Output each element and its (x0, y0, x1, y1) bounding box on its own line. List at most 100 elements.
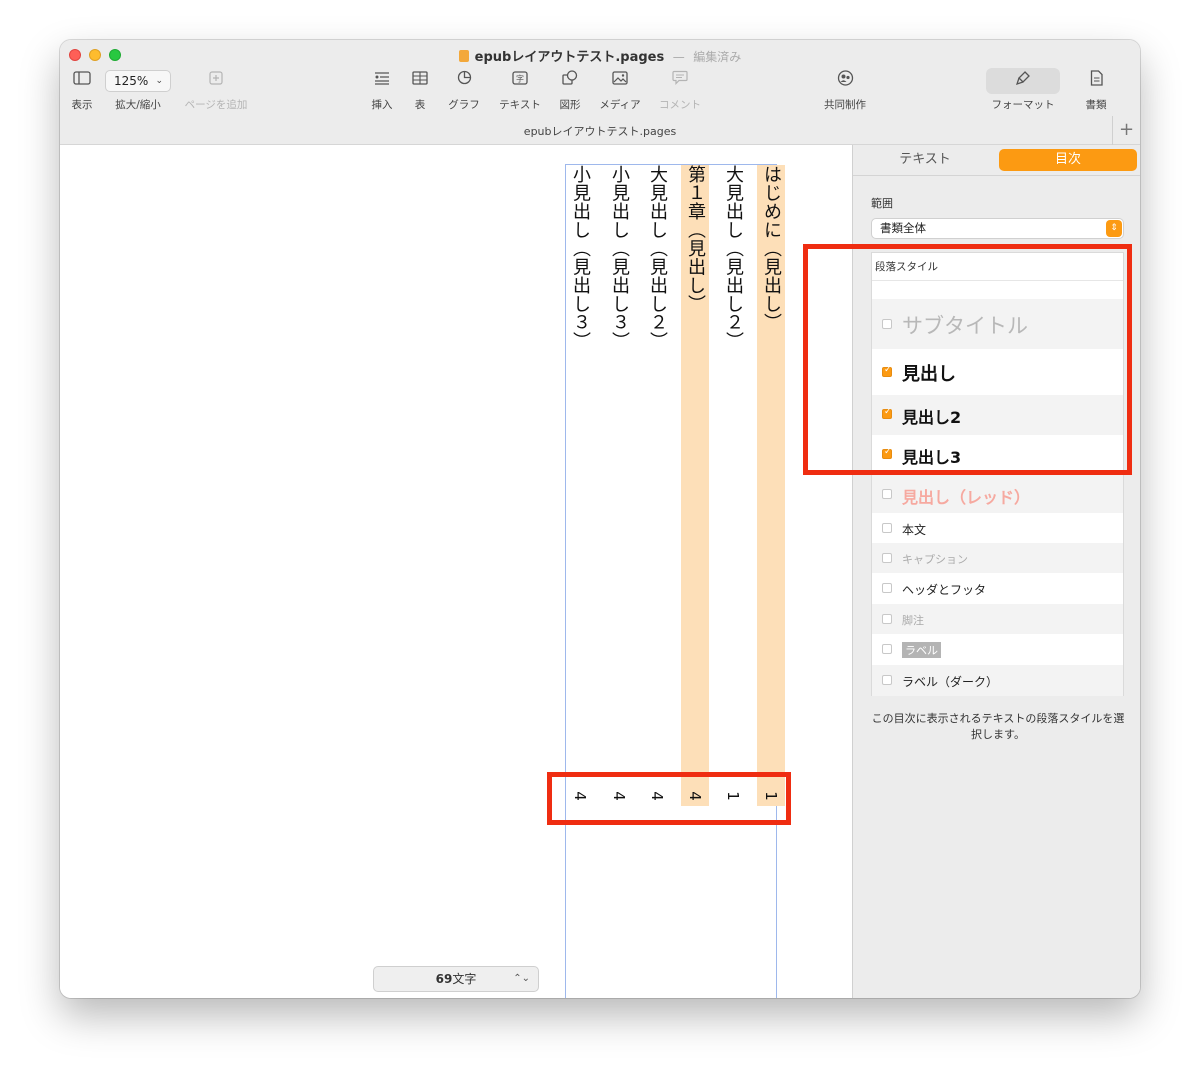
tab-toc[interactable]: 目次 (999, 149, 1137, 171)
toc-entry[interactable]: はじめに（見出し） (757, 165, 785, 806)
style-label: 本文 (902, 523, 927, 537)
collaborate-icon (834, 70, 856, 90)
shape-label: 図形 (559, 99, 581, 111)
sidebar-segmented-control: テキスト 目次 (853, 149, 1140, 171)
add-page-button[interactable]: ページを追加 (180, 70, 252, 112)
view-button[interactable]: 表示 (68, 70, 96, 112)
view-label: 表示 (71, 99, 93, 111)
style-checkbox[interactable] (882, 644, 892, 654)
toc-entry-title: はじめに（見出し） (761, 165, 782, 332)
style-checkbox[interactable] (882, 583, 892, 593)
toc-entry-title: 小見出し（見出し３） (609, 165, 630, 350)
table-button[interactable]: 表 (408, 70, 432, 112)
style-label: キャプション (902, 553, 968, 566)
document-label: 書類 (1085, 99, 1107, 111)
style-label: ヘッダとフッタ (902, 583, 987, 597)
window-title-separator: — (672, 50, 685, 64)
toc-entry[interactable]: 小見出し（見出し３） (605, 165, 633, 350)
edit-status: 編集済み (693, 50, 742, 64)
style-row-label-dark[interactable]: ラベル（ダーク） (872, 665, 1123, 696)
style-row-header-footer[interactable]: ヘッダとフッタ (872, 573, 1123, 604)
zoom-label: 拡大/縮小 (115, 99, 161, 111)
pages-window: epubレイアウトテスト.pages — 編集済み 表示 125% ⌄ 拡大/縮… (60, 40, 1140, 998)
tab-text[interactable]: テキスト (853, 149, 997, 171)
word-count-control[interactable]: 69文字 ⌃⌄ (373, 966, 539, 992)
insert-label: 挿入 (371, 99, 393, 111)
toc-style-hint: この目次に表示されるテキストの段落スタイルを選択します。 (871, 712, 1125, 741)
tab-text-label: テキスト (899, 152, 951, 167)
table-icon (409, 70, 431, 90)
zoom-select[interactable]: 125% ⌄ (105, 70, 171, 92)
format-button[interactable]: フォーマット (986, 70, 1060, 112)
document-tab-label: epubレイアウトテスト.pages (523, 125, 677, 138)
format-label: フォーマット (991, 99, 1055, 111)
table-label: 表 (414, 99, 426, 111)
document-canvas[interactable]: はじめに（見出し） 大見出し（見出し２） 第１章（見出し） 大見出し（見出し２）… (60, 145, 852, 998)
toc-entry-title: 大見出し（見出し２） (647, 165, 668, 350)
collaborate-label: 共同制作 (824, 99, 866, 111)
text-label: テキスト (499, 99, 541, 111)
insert-button[interactable]: 挿入 (368, 70, 396, 112)
toc-entry[interactable]: 第１章（見出し） (681, 165, 709, 806)
comment-button[interactable]: コメント (656, 70, 704, 112)
stepper-icon: ⌃⌄ (513, 973, 530, 984)
plus-icon: + (1118, 119, 1135, 140)
style-row-heading-red[interactable]: 見出し（レッド） (872, 475, 1123, 513)
toc-entry[interactable]: 大見出し（見出し２） (719, 165, 747, 350)
style-checkbox[interactable] (882, 489, 892, 499)
style-checkbox[interactable] (882, 614, 892, 624)
toc-entry-title: 第１章（見出し） (685, 165, 706, 313)
new-tab-button[interactable]: + (1112, 116, 1140, 145)
zoom-value: 125% (114, 74, 149, 88)
pages-doc-icon (458, 50, 469, 62)
comment-label: コメント (659, 99, 701, 111)
window-title-text: epubレイアウトテスト.pages (474, 50, 665, 65)
style-row-footnote[interactable]: 脚注 (872, 604, 1123, 634)
chevron-down-icon: ⌄ (155, 76, 163, 86)
shape-icon (559, 70, 581, 90)
range-value: 書類全体 (880, 221, 926, 235)
media-label: メディア (599, 99, 641, 111)
style-label: ラベル (902, 642, 941, 658)
select-arrows-icon: ⇕ (1106, 220, 1122, 237)
style-checkbox[interactable] (882, 553, 892, 563)
text-box-icon: 字 (509, 70, 531, 90)
document-icon (1085, 70, 1107, 90)
word-count-number: 69 (435, 972, 453, 986)
tab-toc-label: 目次 (1054, 152, 1081, 167)
toc-entry[interactable]: 大見出し（見出し２） (643, 165, 671, 350)
media-button[interactable]: メディア (596, 70, 644, 112)
add-page-label: ページを追加 (184, 99, 248, 111)
style-row-label[interactable]: ラベル (872, 634, 1123, 665)
style-checkbox[interactable] (882, 675, 892, 685)
toc-entry-title: 大見出し（見出し２） (723, 165, 744, 350)
svg-text:字: 字 (516, 74, 524, 84)
heading-styles-annotation-box (803, 244, 1132, 475)
window-title: epubレイアウトテスト.pages — 編集済み (60, 46, 1140, 65)
sidebar-view-icon (71, 70, 93, 90)
text-button[interactable]: 字 テキスト (496, 70, 544, 112)
chart-button[interactable]: グラフ (446, 70, 482, 112)
collaborate-button[interactable]: 共同制作 (820, 70, 870, 112)
shape-button[interactable]: 図形 (556, 70, 584, 112)
chart-label: グラフ (448, 99, 480, 111)
style-label: 脚注 (902, 614, 924, 627)
word-count-unit: 文字 (452, 972, 477, 986)
zoom-label-area: 拡大/縮小 (105, 97, 171, 112)
style-row-caption[interactable]: キャプション (872, 543, 1123, 573)
range-select[interactable]: 書類全体 ⇕ (871, 218, 1124, 239)
document-button[interactable]: 書類 (1082, 70, 1110, 112)
style-label: ラベル（ダーク） (902, 675, 999, 689)
range-label: 範囲 (871, 197, 893, 210)
paintbrush-icon (1012, 70, 1034, 90)
style-label: 見出し（レッド） (902, 488, 1031, 507)
insert-icon (371, 70, 393, 90)
toc-entry-title: 小見出し（見出し３） (570, 165, 591, 350)
pie-chart-icon (453, 70, 475, 90)
document-tab[interactable]: epubレイアウトテスト.pages (60, 123, 1140, 139)
divider (853, 175, 1140, 176)
toolbar: epubレイアウトテスト.pages — 編集済み 表示 125% ⌄ 拡大/縮… (60, 40, 1140, 145)
style-row-body[interactable]: 本文 (872, 513, 1123, 543)
toc-entry[interactable]: 小見出し（見出し３） (566, 165, 594, 350)
style-checkbox[interactable] (882, 523, 892, 533)
